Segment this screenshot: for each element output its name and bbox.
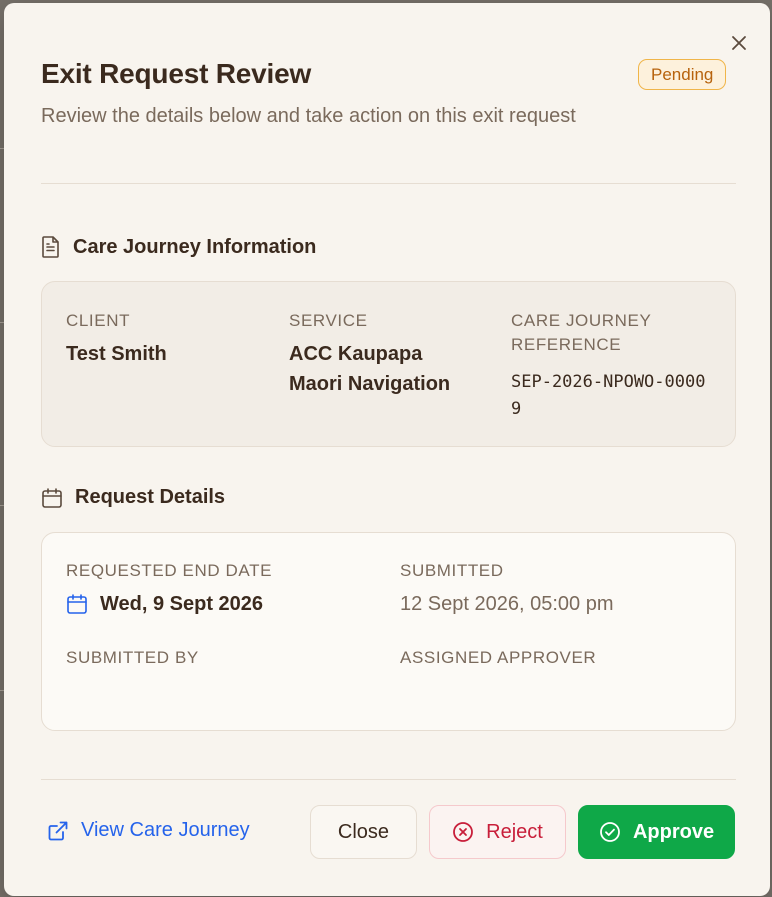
approve-button-label: Approve [632,820,715,843]
modal-title: Exit Request Review [41,58,312,89]
reference-value: SEP-2026-NPOWO-00009 [511,372,706,419]
calendar-icon [42,487,62,508]
exit-request-modal: Exit Request Review Pending Review the d… [4,3,770,896]
reference-field: CARE JOURNEY REFERENCE SEP-2026-NPOWO-00… [511,309,711,423]
document-icon [42,236,59,258]
request-details-heading-text: Request Details [75,486,226,508]
modal-subtitle: Review the details below and take action… [41,105,576,127]
close-modal-button[interactable] [728,32,750,54]
submitted-field: SUBMITTED 12 Sept 2026, 05:00 pm [400,559,614,619]
submitted-by-label: SUBMITTED BY [66,648,199,667]
submitted-label: SUBMITTED [400,561,504,580]
close-button[interactable]: Close [310,805,417,859]
care-journey-card: CLIENT Test Smith SERVICE ACC Kaupapa Ma… [41,281,736,447]
check-circle-icon [600,822,620,842]
end-date-value: Wed, 9 Sept 2026 [100,593,264,615]
client-label: CLIENT [66,311,131,330]
end-date-label: REQUESTED END DATE [66,561,273,580]
close-icon [732,36,746,50]
external-link-icon [48,821,68,840]
status-badge: Pending [638,59,727,90]
service-label: SERVICE [289,311,368,330]
service-field: SERVICE ACC Kaupapa Maori Navigation [289,309,479,399]
view-care-journey-link[interactable]: View Care Journey [47,819,250,842]
submitted-value: 12 Sept 2026, 05:00 pm [400,593,614,615]
request-details-heading: Request Details [41,486,225,509]
care-journey-heading: Care Journey Information [41,235,316,259]
care-journey-heading-text: Care Journey Information [73,235,317,258]
approve-button[interactable]: Approve [578,805,735,859]
reject-button[interactable]: Reject [429,805,566,859]
client-field: CLIENT Test Smith [66,309,167,369]
reference-label: CARE JOURNEY REFERENCE [511,311,652,354]
view-care-journey-text: View Care Journey [81,819,250,841]
client-value: Test Smith [66,343,167,365]
x-circle-icon [453,822,474,842]
submitted-by-field: SUBMITTED BY [66,646,199,670]
approver-field: ASSIGNED APPROVER [400,646,596,670]
reject-button-label: Reject [486,820,543,843]
end-date-field: REQUESTED END DATE Wed, 9 Sept 2026 [66,559,272,619]
end-date-value-row: Wed, 9 Sept 2026 [66,589,272,619]
request-details-card: REQUESTED END DATE Wed, 9 Sept 2026 SUBM… [41,532,736,731]
footer-divider [41,779,736,780]
approver-label: ASSIGNED APPROVER [400,648,597,667]
close-button-label: Close [337,820,390,843]
service-value: ACC Kaupapa Maori Navigation [289,343,451,395]
header-divider [41,183,736,184]
calendar-icon [67,594,87,614]
